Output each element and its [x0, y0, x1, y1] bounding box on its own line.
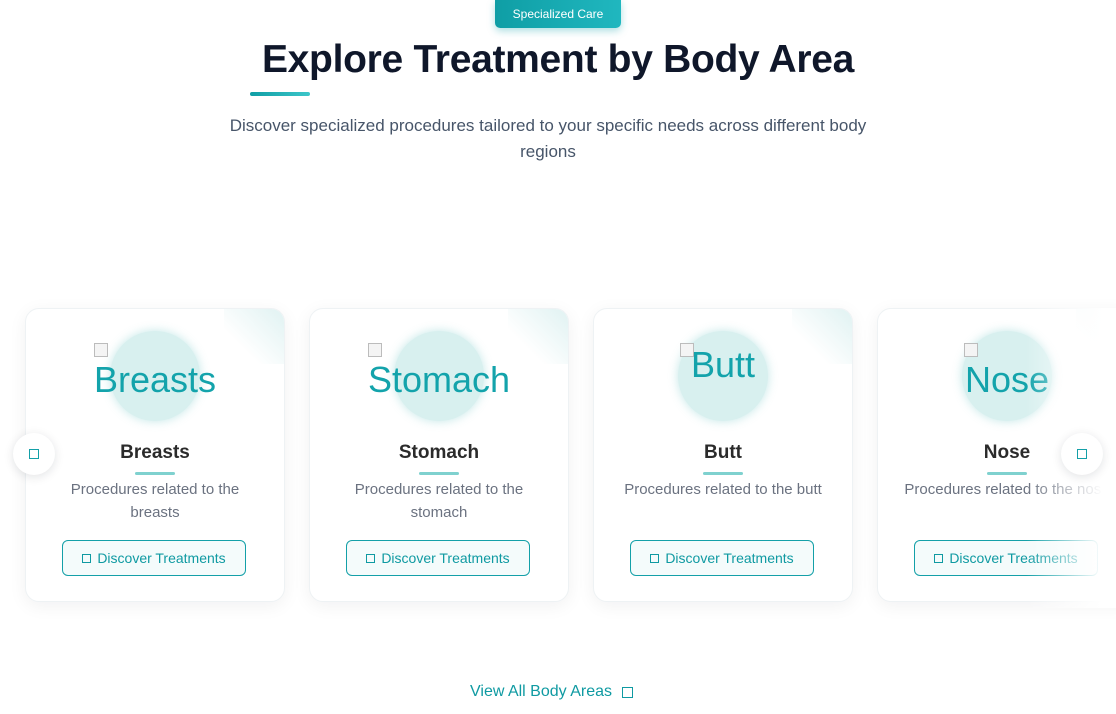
square-icon [622, 686, 634, 698]
page-subtitle: Discover specialized procedures tailored… [229, 116, 867, 161]
body-area-card-butt[interactable]: Butt Butt Procedures related to the butt… [593, 308, 853, 602]
card-corner-decoration [224, 309, 284, 364]
title-underline [250, 92, 310, 96]
card-description: Procedures related to the butt [624, 481, 822, 498]
view-all-body-areas-link[interactable]: View All Body Areas [470, 683, 634, 701]
card-image-alt-text: Butt [690, 344, 756, 385]
discover-treatments-button[interactable]: Discover Treatments [62, 540, 246, 576]
button-label: Discover Treatments [665, 550, 794, 566]
button-label: Discover Treatments [97, 550, 226, 566]
button-label: Discover Treatments [381, 550, 510, 566]
card-image-alt-text: Stomach [367, 359, 511, 400]
card-corner-decoration [508, 309, 568, 364]
square-icon [29, 449, 39, 459]
body-area-card-stomach[interactable]: Stomach Stomach Procedures related to th… [309, 308, 569, 602]
card-title: Stomach [398, 442, 480, 463]
card-description: Procedures related to the breasts [70, 481, 240, 521]
page-title: Explore Treatment by Body Area [261, 38, 855, 81]
view-all-label: View All Body Areas [470, 683, 613, 700]
card-title-underline [987, 472, 1027, 475]
card-title-underline [703, 472, 743, 475]
body-area-card-breasts[interactable]: Breasts Breasts Procedures related to th… [25, 308, 285, 602]
square-icon [934, 553, 944, 563]
square-icon [650, 553, 660, 563]
broken-image-icon [94, 343, 108, 357]
card-title-underline [135, 472, 175, 475]
card-title: Breasts [120, 442, 190, 463]
broken-image-icon [368, 343, 382, 357]
carousel-prev-button[interactable] [13, 433, 55, 475]
card-description: Procedures related to the stomach [354, 481, 524, 521]
card-title: Butt [704, 442, 742, 463]
broken-image-icon [964, 343, 978, 357]
square-icon [1077, 449, 1087, 459]
card-image-alt-text: Breasts [93, 359, 217, 400]
body-area-carousel: Breasts Breasts Procedures related to th… [0, 308, 1116, 608]
discover-treatments-button[interactable]: Discover Treatments [346, 540, 530, 576]
card-title-underline [419, 472, 459, 475]
discover-treatments-button[interactable]: Discover Treatments [630, 540, 814, 576]
specialized-care-badge: Specialized Care [495, 0, 621, 28]
square-icon [82, 553, 92, 563]
carousel-next-button[interactable] [1061, 433, 1103, 475]
square-icon [366, 553, 376, 563]
